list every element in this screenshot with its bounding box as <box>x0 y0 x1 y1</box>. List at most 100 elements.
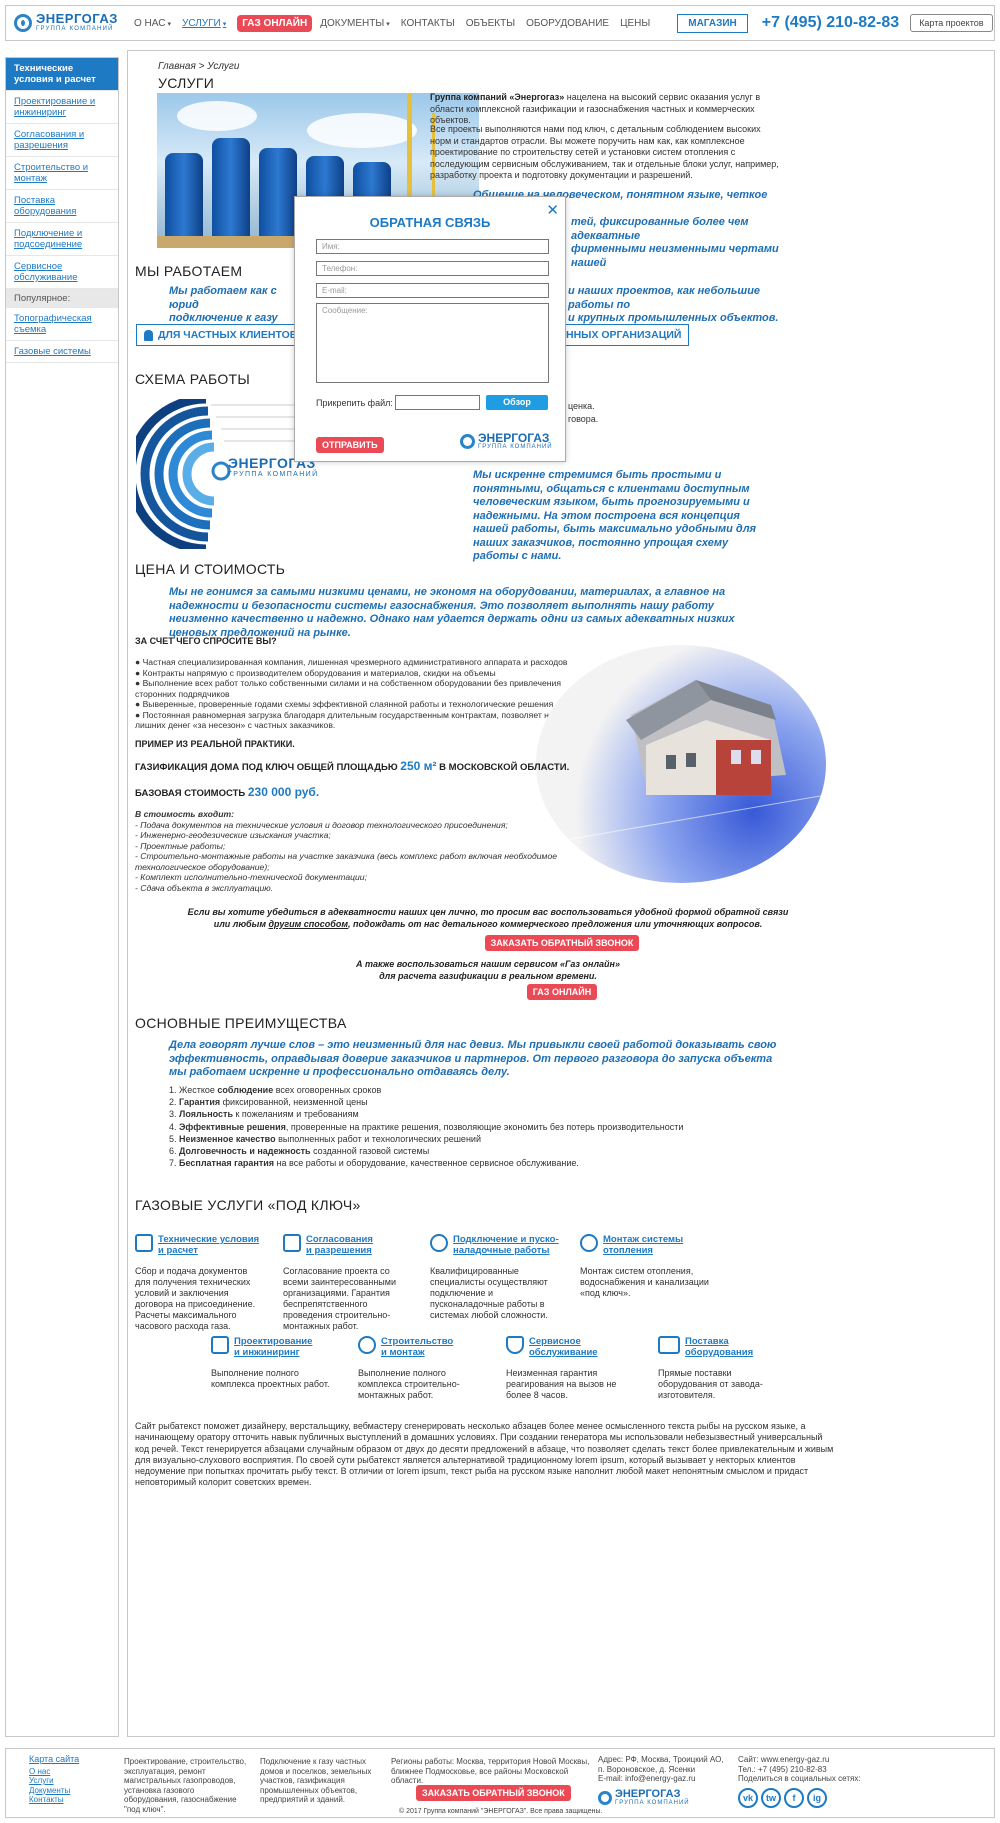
shop-button[interactable]: МАГАЗИН <box>677 13 748 33</box>
attach-file-label: Прикрепить файл: <box>316 398 393 408</box>
list-item: ● Выверенные, проверенные годами схемы э… <box>135 699 554 709</box>
nav-prices[interactable]: ЦЕНЫ <box>620 18 650 29</box>
footer-link-contacts[interactable]: Контакты <box>29 1795 109 1805</box>
service-card-connection[interactable]: Подключение и пуско-наладочные работы Кв… <box>430 1234 560 1321</box>
nav-gas-online-button[interactable]: ГАЗ ОНЛАЙН <box>237 14 313 32</box>
vk-icon[interactable]: vk <box>738 1787 758 1808</box>
sidebar-item-design[interactable]: Проектирование и инжиниринг <box>6 91 118 124</box>
ruler-icon <box>211 1336 229 1354</box>
gear-icon <box>580 1234 598 1252</box>
nav-contacts[interactable]: КОНТАКТЫ <box>401 18 455 29</box>
twitter-icon[interactable]: tw <box>761 1787 781 1808</box>
seo-text: Сайт рыбатекст поможет дизайнеру, верста… <box>135 1421 834 1488</box>
list-item: 4. Эффективные решения, проверенные на п… <box>169 1121 684 1132</box>
footer-callback-button[interactable]: ЗАКАЗАТЬ ОБРАТНЫЙ ЗВОНОК <box>416 1785 571 1801</box>
browse-button[interactable]: Обзор <box>486 395 548 410</box>
other-method-link[interactable]: другим способом <box>268 919 348 929</box>
service-card-construction[interactable]: Строительство и монтаж Выполнение полного… <box>358 1336 488 1401</box>
footer-link-documents[interactable]: Документы <box>29 1786 109 1796</box>
services-intro: Группа компаний «Энергогаз» нацелена на … <box>430 92 761 125</box>
header-phone[interactable]: +7 (495) 210-82-83 <box>762 14 899 32</box>
price-title: ЦЕНА И СТОИМОСТЬ <box>135 561 286 577</box>
list-item: 6. Долговечность и надежность созданной … <box>169 1146 430 1157</box>
nav-documents[interactable]: ДОКУМЕНТЫ ▾ <box>320 18 390 29</box>
scheme-text-fragment-2: говора. <box>568 414 599 424</box>
list-item: 7. Бесплатная гарантия на все работы и о… <box>169 1158 579 1169</box>
cta-text: Если вы хотите убедиться в адекватности … <box>187 907 789 929</box>
service-card-supply[interactable]: Поставка оборудования Прямые поставки обо… <box>658 1336 788 1401</box>
private-clients-button[interactable]: ДЛЯ ЧАСТНЫХ КЛИЕНТОВ <box>136 324 306 346</box>
phone-field[interactable]: Телефон: <box>316 261 549 276</box>
scheme-title: СХЕМА РАБОТЫ <box>135 371 251 387</box>
sidebar-item-service[interactable]: Сервисное обслуживание <box>6 256 118 289</box>
sidebar-item-approvals[interactable]: Согласования и разрешения <box>6 124 118 157</box>
footer-regions: Регионы работы: Москва, территория Новой… <box>391 1757 590 1785</box>
footer-link-about[interactable]: О нас <box>29 1767 109 1777</box>
list-item: - Подача документов на технические услов… <box>135 819 508 830</box>
main-nav: О НАС ▾ УСЛУГИ ▾ ГАЗ ОНЛАЙН ДОКУМЕНТЫ ▾ КОН… <box>134 14 661 32</box>
turnkey-title: ГАЗОВЫЕ УСЛУГИ «ПОД КЛЮЧ» <box>135 1197 361 1213</box>
sidebar-item-connection[interactable]: Подключение и подсоединение <box>6 223 118 256</box>
feedback-modal: ✕ ОБРАТНАЯ СВЯЗЬ Имя: Телефон: E-mail: С… <box>294 196 566 462</box>
house-illustration <box>536 645 826 883</box>
base-price-value: 230 000 руб. <box>247 785 320 799</box>
sidebar-item-tech-conditions[interactable]: Технические условия и расчет <box>6 58 118 91</box>
projects-map-button[interactable]: Карта проектов <box>910 14 993 32</box>
nav-objects[interactable]: ОБЪЕКТЫ <box>466 18 515 29</box>
list-item: - Сдача объекта в эксплуатацию. <box>135 882 274 893</box>
services-para-2: Все проекты выполняются нами под ключ, с… <box>430 124 779 180</box>
name-field[interactable]: Имя: <box>316 239 549 254</box>
list-item: 3. Лояльность к пожеланиям и требованиям <box>169 1109 359 1120</box>
sidebar-item-topography[interactable]: Топографическая съемка <box>6 308 118 341</box>
flame-logo-icon <box>598 1791 612 1806</box>
list-item: - Комплект исполнительно-технической док… <box>135 872 367 882</box>
submit-button[interactable]: ОТПРАВИТЬ <box>316 437 384 453</box>
message-field[interactable]: Сообщение: <box>316 303 549 383</box>
logo[interactable]: ЭНЕРГОГАЗ ГРУППА КОМПАНИЙ <box>14 12 122 33</box>
order-callback-button[interactable]: ЗАКАЗАТЬ ОБРАТНЫЙ ЗВОНОК <box>484 935 640 951</box>
scheme-text-fragment-1: ценка. <box>568 401 595 411</box>
sidebar-item-construction[interactable]: Строительство и монтаж <box>6 157 118 190</box>
list-item: 2. Гарантия фиксированной, неизменной це… <box>169 1097 368 1108</box>
site-footer: Карта сайта О нас Услуги Документы Конта… <box>5 1748 995 1818</box>
breadcrumb-home[interactable]: Главная <box>158 61 196 72</box>
service-card-maintenance[interactable]: Сервисное обслуживание Неизменная гаранти… <box>506 1336 636 1401</box>
service-card-heating[interactable]: Монтаж системы отопления Монтаж систем от… <box>580 1234 710 1299</box>
helmet-icon <box>358 1336 376 1354</box>
sidebar-item-gas-systems[interactable]: Газовые системы <box>6 341 118 363</box>
list-item: ● Постоянная равномерная загрузка благод… <box>135 709 579 731</box>
modal-title: ОБРАТНАЯ СВЯЗЬ <box>369 215 491 230</box>
chevron-down-icon: ▾ <box>222 20 227 28</box>
sidebar-popular-label: Популярное: <box>6 289 118 308</box>
list-item: 5. Неизменное качество выполненных работ… <box>169 1133 481 1144</box>
footer-text-1: Проектирование, строительство, эксплуата… <box>124 1757 247 1814</box>
file-path-input[interactable] <box>395 395 480 410</box>
base-price-line: БАЗОВАЯ СТОИМОСТЬ 230 000 руб. <box>135 785 320 799</box>
service-card-approvals[interactable]: Согласования и разрешения Согласование пр… <box>283 1234 413 1332</box>
sitemap-title[interactable]: Карта сайта <box>29 1754 109 1765</box>
service-card-design[interactable]: Проектирование и инжиниринг Выполнение по… <box>211 1336 341 1390</box>
list-item: ● Выполнение всех работ только собственн… <box>135 678 562 699</box>
example-title: ПРИМЕР ИЗ РЕАЛЬНОЙ ПРАКТИКИ. <box>135 739 295 749</box>
advantages-title: ОСНОВНЫЕ ПРЕИМУЩЕСТВА <box>135 1015 347 1031</box>
flame-logo-icon <box>460 434 475 449</box>
list-item: 1. Жесткое соблюдение всех оговоренных с… <box>169 1085 382 1095</box>
footer-link-services[interactable]: Услуги <box>29 1776 109 1786</box>
organizations-button[interactable]: ННЫХ ОРГАНИЗАЦИЙ <box>558 324 690 346</box>
copyright: © 2017 Группа компаний "ЭНЕРГОГАЗ". Все … <box>399 1808 603 1815</box>
instagram-icon[interactable]: ig <box>807 1787 827 1808</box>
service-card-tech-conditions[interactable]: Технические условия и расчет Сбор и подач… <box>135 1234 265 1332</box>
nav-equipment[interactable]: ОБОРУДОВАНИЕ <box>526 18 609 29</box>
plus-circle-icon <box>430 1234 448 1252</box>
we-work-quote-right: и наших проектов, как небольшие работы п… <box>568 285 779 324</box>
nav-about[interactable]: О НАС ▾ <box>134 18 171 29</box>
email-field[interactable]: E-mail: <box>316 283 549 298</box>
breadcrumb-current: Услуги <box>207 61 240 72</box>
gas-online-button[interactable]: ГАЗ ОНЛАЙН <box>526 984 598 1000</box>
shield-icon <box>506 1336 524 1354</box>
sidebar-item-equipment[interactable]: Поставка оборудования <box>6 190 118 223</box>
example-area-value: 250 м² <box>400 759 437 773</box>
facebook-icon[interactable]: f <box>784 1787 804 1808</box>
nav-services[interactable]: УСЛУГИ ▾ <box>182 18 226 29</box>
list-item: - Проектные работы; <box>135 840 226 851</box>
